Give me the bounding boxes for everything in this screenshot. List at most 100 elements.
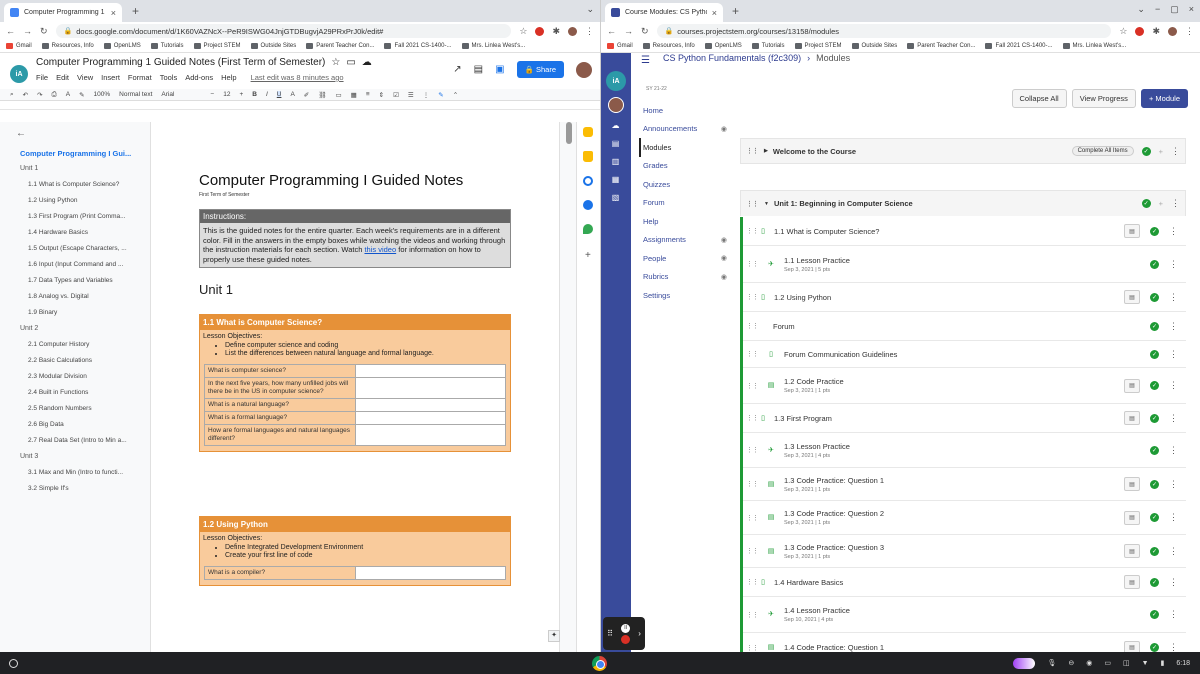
tasks-icon[interactable] xyxy=(583,176,593,186)
module-item[interactable]: ⋮⋮ ▯ 1.3 First Program ▤ ✓ ⋮ xyxy=(743,404,1186,433)
kebab-icon[interactable]: ⋮ xyxy=(1169,413,1178,424)
ruler[interactable] xyxy=(0,101,600,110)
link-icon[interactable]: ⛓ xyxy=(318,91,326,99)
collapse-toolbar-icon[interactable]: ⌃ xyxy=(453,91,458,99)
doc-title[interactable]: Computer Programming 1 Guided Notes (Fir… xyxy=(36,57,325,68)
kebab-icon[interactable]: ⋮ xyxy=(1171,198,1180,209)
answer-cell[interactable] xyxy=(355,410,506,425)
close-window-icon[interactable]: × xyxy=(1189,4,1194,15)
kebab-icon[interactable]: ⋮ xyxy=(1169,642,1178,652)
institution-logo-icon[interactable]: iA xyxy=(606,71,626,91)
bookmark-item[interactable]: Fall 2021 CS-1400-... xyxy=(985,43,1053,49)
minimize-icon[interactable]: − xyxy=(1155,4,1160,15)
tote-icon[interactable] xyxy=(1013,657,1036,669)
profile-icon[interactable] xyxy=(1168,26,1177,36)
answer-cell[interactable] xyxy=(355,397,506,412)
published-check-icon[interactable]: ✓ xyxy=(1141,199,1151,208)
outline-item[interactable]: 2.2 Basic Calculations xyxy=(28,357,154,364)
answer-cell[interactable] xyxy=(355,363,506,378)
bookmark-item[interactable]: Parent Teacher Con... xyxy=(907,43,975,49)
add-item-icon[interactable]: + xyxy=(1159,147,1163,156)
tab-google-doc[interactable]: Computer Programming 1 Guided × xyxy=(4,3,122,22)
course-nav-settings[interactable]: Settings xyxy=(643,286,727,305)
align-icon[interactable]: ≡ xyxy=(366,91,370,98)
module-item[interactable]: ⋮⋮ Forum ✓ ⋮ xyxy=(743,312,1186,341)
speedgrader-icon[interactable]: ▤ xyxy=(1124,544,1140,558)
kebab-icon[interactable]: ⋮ xyxy=(1169,546,1178,557)
item-title[interactable]: 1.3 Lesson Practice xyxy=(784,442,850,451)
kebab-icon[interactable]: ⋮ xyxy=(1171,146,1180,157)
puzzle-icon[interactable]: ✱ xyxy=(552,26,560,37)
module-item[interactable]: ⋮⋮ ✈ 1.3 Lesson Practice Sep 3, 2021 | 4 pt… xyxy=(743,433,1186,468)
bookmark-item[interactable]: Parent Teacher Con... xyxy=(306,43,374,49)
published-check-icon[interactable]: ✓ xyxy=(1150,381,1159,390)
course-nav-modules[interactable]: Modules xyxy=(639,138,727,157)
zoom-select[interactable]: 100% xyxy=(94,91,111,98)
comments-icon[interactable]: ▤ xyxy=(474,64,483,75)
menu-tools[interactable]: Tools xyxy=(160,73,178,82)
text-color-icon[interactable]: A xyxy=(290,91,294,98)
back-icon[interactable]: ← xyxy=(607,26,616,36)
stop-record-icon[interactable] xyxy=(621,634,631,644)
outline-item[interactable]: Unit 2 xyxy=(20,325,146,332)
hamburger-icon[interactable]: ☰ xyxy=(641,55,650,66)
item-title[interactable]: 1.4 Code Practice: Question 1 xyxy=(784,643,884,652)
checklist-icon[interactable]: ☑ xyxy=(393,91,399,99)
outline-item[interactable]: 1.7 Data Types and Variables xyxy=(28,277,154,284)
item-title[interactable]: 1.2 Using Python xyxy=(774,293,831,302)
inbox-icon[interactable]: ▧ xyxy=(608,193,623,205)
item-title[interactable]: 1.3 Code Practice: Question 1 xyxy=(784,476,884,485)
module-item[interactable]: ⋮⋮ ▯ 1.4 Hardware Basics ▤ ✓ ⋮ xyxy=(743,568,1186,597)
published-check-icon[interactable]: ✓ xyxy=(1150,546,1159,556)
line-spacing-icon[interactable]: ⇕ xyxy=(379,91,384,99)
clock[interactable]: 6:18 xyxy=(1176,660,1190,667)
module-header-welcome[interactable]: ⋮⋮ ▶ Welcome to the Course Complete All … xyxy=(740,138,1186,164)
expand-icon[interactable]: ▶ xyxy=(764,148,768,154)
launcher-icon[interactable] xyxy=(9,658,18,668)
outline-item[interactable]: Unit 3 xyxy=(20,453,146,460)
outline-item[interactable]: 2.4 Built in Functions xyxy=(28,389,154,396)
complete-all-button[interactable]: Complete All Items xyxy=(1071,146,1134,156)
drag-handle-icon[interactable]: ⋮⋮ xyxy=(746,414,759,422)
course-nav-help[interactable]: Help xyxy=(643,212,727,231)
chrome-icon[interactable] xyxy=(592,655,607,671)
published-check-icon[interactable]: ✓ xyxy=(1150,513,1159,522)
bookmark-item[interactable]: OpenLMS xyxy=(103,43,141,49)
paint-format-icon[interactable]: ✎ xyxy=(79,91,84,99)
bookmark-item[interactable]: Resources, Info xyxy=(642,43,695,49)
menu-help[interactable]: Help xyxy=(221,73,236,82)
add-addon-icon[interactable]: + xyxy=(585,250,591,261)
account-avatar[interactable] xyxy=(608,97,624,113)
outline-item[interactable]: Unit 1 xyxy=(20,165,146,172)
speedgrader-icon[interactable]: ▤ xyxy=(1124,224,1140,238)
course-nav-announcements[interactable]: Announcements ◉ xyxy=(643,120,727,139)
module-item[interactable]: ⋮⋮ ▤ 1.3 Code Practice: Question 2 Sep 3, 2… xyxy=(743,501,1186,535)
chevron-right-icon[interactable]: › xyxy=(638,629,641,638)
module-header-unit-1[interactable]: ⋮⋮ ▼ Unit 1: Beginning in Computer Scien… xyxy=(740,190,1186,216)
star-icon[interactable]: ☆ xyxy=(519,26,527,37)
bullets-icon[interactable]: ☰ xyxy=(408,91,414,99)
chevron-down-icon[interactable]: ⌄ xyxy=(1137,4,1145,15)
drag-handle-icon[interactable]: ⋮⋮ xyxy=(746,293,759,301)
drag-handle-icon[interactable]: ⋮⋮ xyxy=(746,611,759,619)
outline-item[interactable]: 1.6 Input (Input Command and ... xyxy=(28,261,154,268)
activity-icon[interactable]: ↗ xyxy=(453,64,461,75)
puzzle-icon[interactable]: ✱ xyxy=(1152,26,1160,37)
course-nav-people[interactable]: People ◉ xyxy=(643,249,727,268)
drag-handle-icon[interactable]: ⋮⋮ xyxy=(746,227,759,235)
kebab-icon[interactable]: ⋮ xyxy=(1169,479,1178,490)
close-tab-icon[interactable]: × xyxy=(712,8,717,18)
kebab-icon[interactable]: ⋮ xyxy=(1169,380,1178,391)
published-check-icon[interactable]: ✓ xyxy=(1141,146,1151,156)
menu-addons[interactable]: Add-ons xyxy=(185,73,213,82)
search-menus-icon[interactable]: ⌕ xyxy=(10,91,14,99)
bookmark-item[interactable]: OpenLMS xyxy=(704,43,742,49)
breadcrumb-course[interactable]: CS Python Fundamentals (f2c309) xyxy=(663,53,801,63)
speedgrader-icon[interactable]: ▤ xyxy=(1124,510,1140,525)
explore-icon[interactable]: ✦ xyxy=(548,630,560,642)
address-bar[interactable]: 🔒 docs.google.com/document/d/1K60VAZNcX--… xyxy=(55,24,512,38)
italic-icon[interactable]: I xyxy=(266,91,268,98)
groups-icon[interactable]: ▥ xyxy=(608,157,623,169)
module-item[interactable]: ⋮⋮ ▤ 1.3 Code Practice: Question 1 Sep 3, 2… xyxy=(743,468,1186,501)
star-icon[interactable]: ☆ xyxy=(331,57,340,68)
